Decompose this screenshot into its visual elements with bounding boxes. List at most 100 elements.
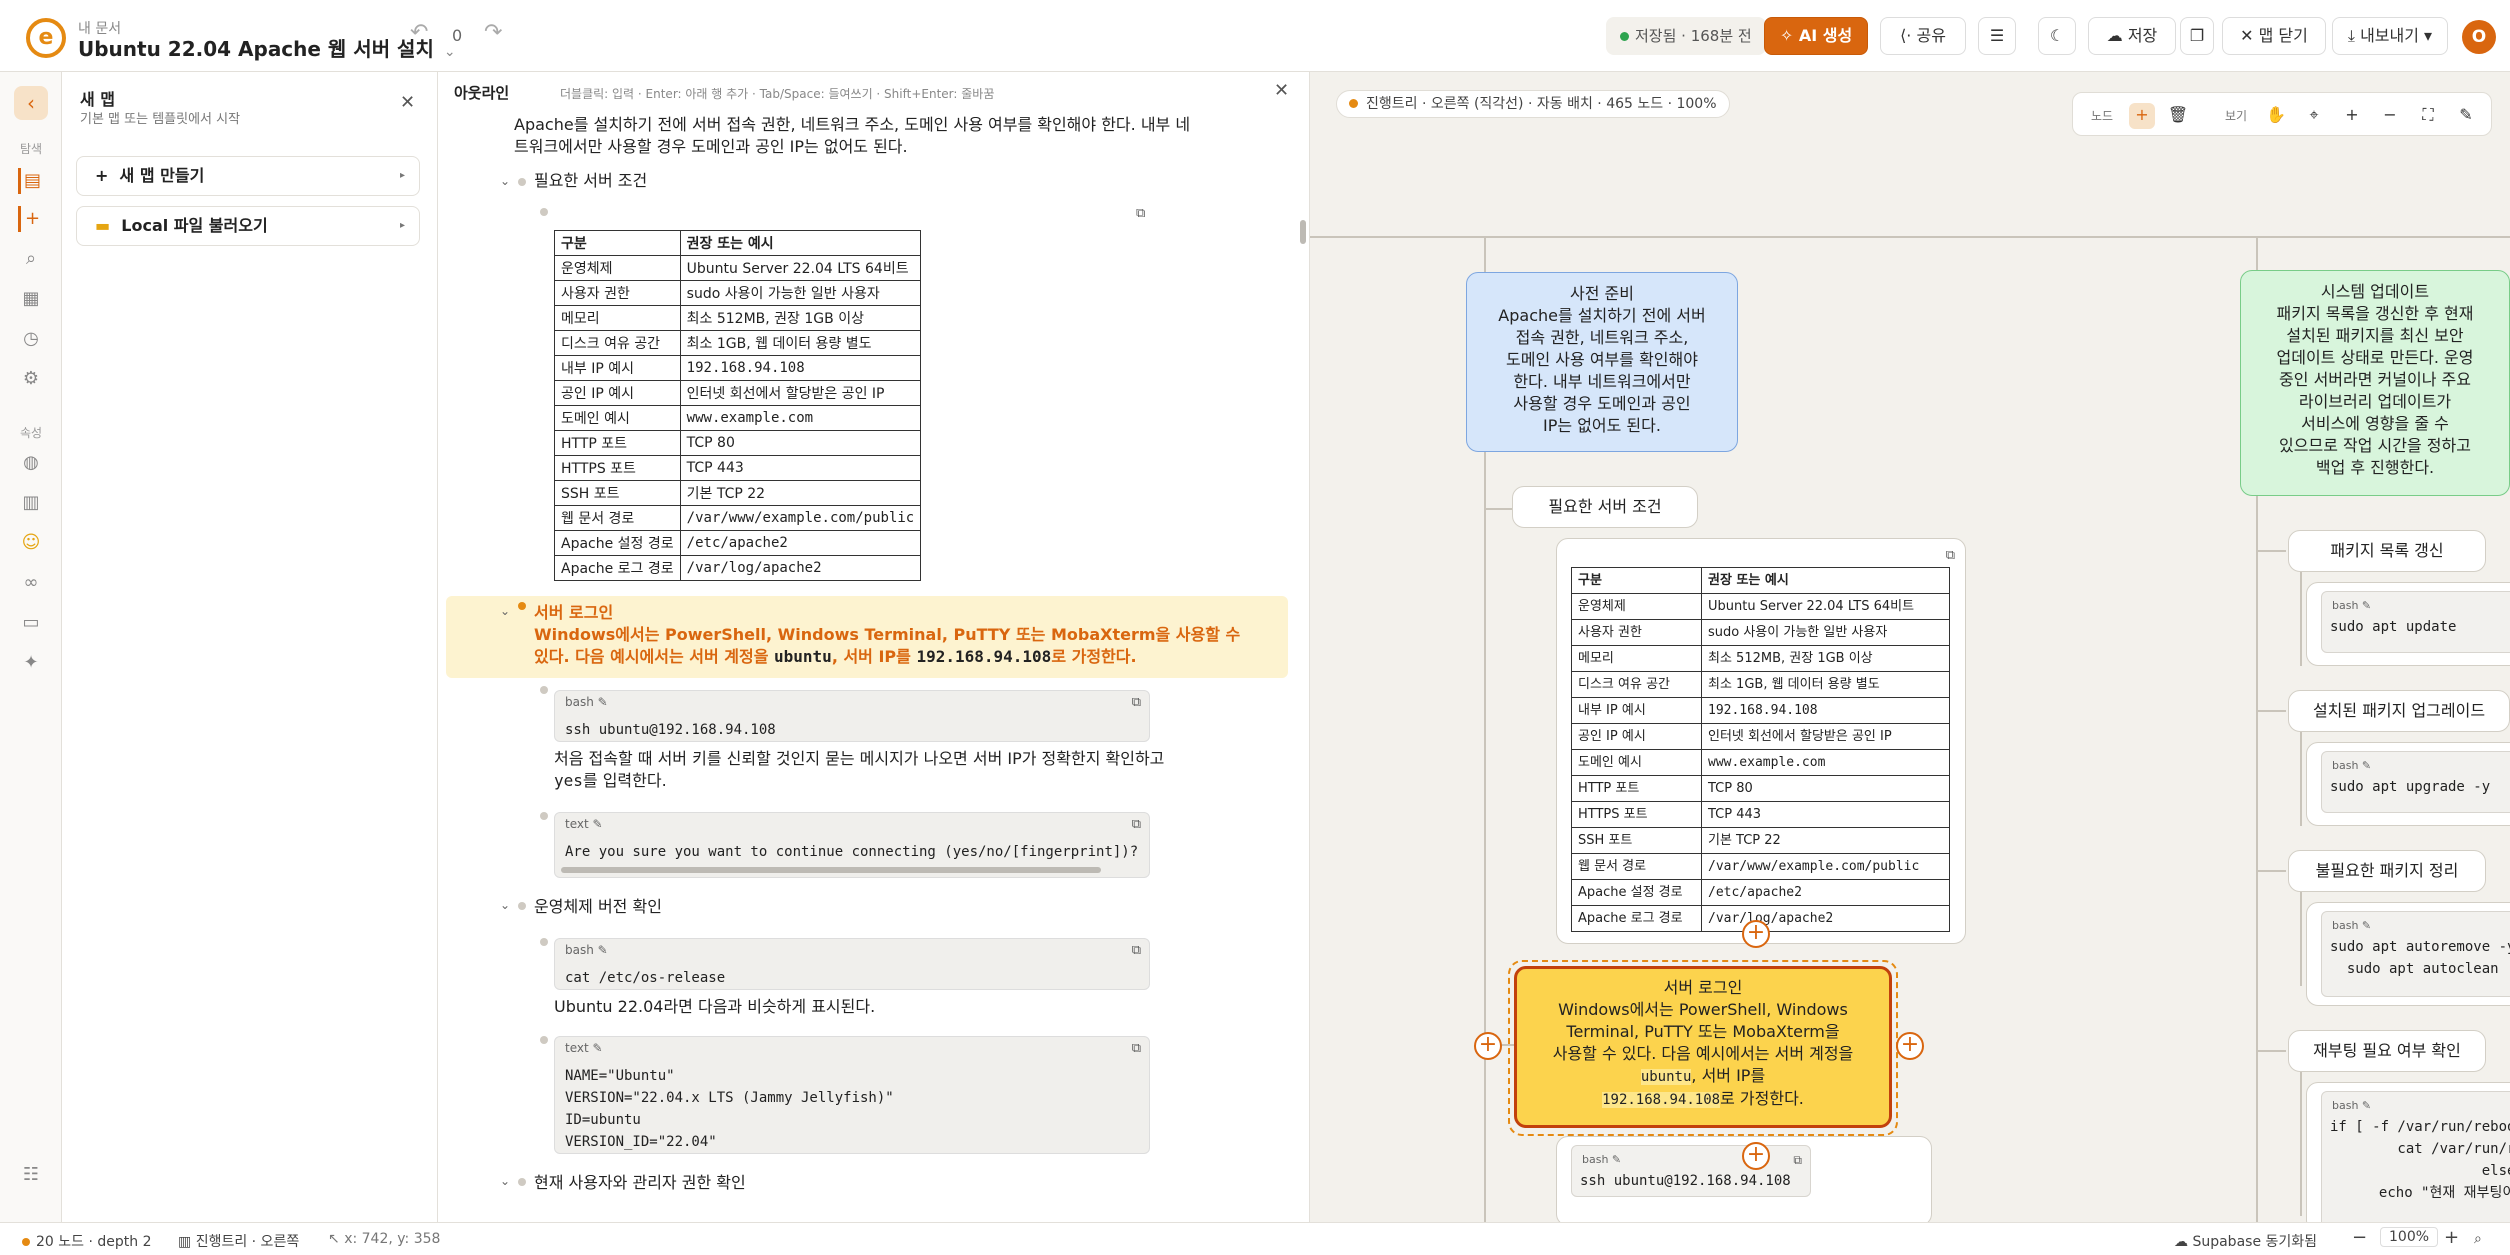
node-prep[interactable]: 사전 준비 Apache를 설치하기 전에 서버 접속 권한, 네트워크 주소,… (1466, 272, 1738, 452)
zoom-search-icon[interactable]: ⌕ (2474, 1231, 2482, 1247)
document-title[interactable]: Ubuntu 22.04 Apache 웹 서버 설치 ⌄ (78, 33, 456, 62)
chevron-down-icon[interactable]: ⌄ (500, 898, 510, 912)
node-server-login[interactable]: 서버 로그인 Windows에서는 PowerShell, Windows Te… (1514, 966, 1892, 1128)
outline-bullet[interactable] (540, 1036, 548, 1044)
load-local-file-button[interactable]: ▬ Local 파일 불러오기 ▸ (76, 206, 420, 246)
mindmap-canvas[interactable]: 진행트리 · 오른쪽 (직각선) · 자동 배치 · 465 노드 · 100%… (1310, 72, 2510, 1222)
outline-note[interactable]: Ubuntu 22.04라면 다음과 비슷하게 표시된다. (554, 996, 875, 1018)
node-reboot-check[interactable]: 재부팅 필요 여부 확인 (2288, 1030, 2486, 1072)
outline-bullet[interactable] (540, 812, 548, 820)
avatar[interactable]: O (2462, 20, 2496, 54)
apt-clean-code-block[interactable]: bash ✎ sudo apt autoremove -y sudo apt a… (2321, 911, 2510, 997)
share-button[interactable]: ⟨· 공유 (1880, 17, 1966, 55)
outline-bullet[interactable] (540, 208, 548, 216)
theme-toggle-button[interactable]: ☾ (2038, 17, 2076, 55)
outline-item-server-login[interactable]: 서버 로그인 (534, 602, 613, 624)
node-requirements-table[interactable]: ⧉ 구분 권장 또는 예시 운영체제 Ubuntu Server 22.04 LT… (1556, 538, 1966, 944)
os-output-code-block[interactable]: text ✎ ⧉ NAME="Ubuntu" VERSION="22.04.x … (554, 1036, 1150, 1154)
add-sibling-icon[interactable]: + (1474, 1032, 1502, 1060)
outline-bullet[interactable] (540, 938, 548, 946)
outline-item-user-check[interactable]: 현재 사용자와 관리자 권한 확인 (534, 1172, 746, 1194)
outline-intro-line[interactable]: Apache를 설치하기 전에 서버 접속 권한, 네트워크 주소, 도메인 사… (514, 114, 1190, 136)
node-pkg-refresh[interactable]: 패키지 목록 갱신 (2288, 530, 2486, 572)
os-release-code-block[interactable]: bash ✎ ⧉ cat /etc/os-release (554, 938, 1150, 990)
app-logo[interactable]: e (26, 18, 66, 58)
chevron-down-icon[interactable]: ⌄ (500, 1174, 510, 1188)
chevron-down-icon[interactable]: ⌄ (500, 174, 510, 188)
outline-bullet[interactable] (540, 686, 548, 694)
gear-icon[interactable]: ⚙ (18, 366, 44, 392)
fit-screen-icon[interactable]: ⛶ (2415, 103, 2441, 129)
node-reboot-code[interactable]: bash ✎ if [ -f /var/run/reboot-required … (2306, 1082, 2510, 1222)
add-child-icon[interactable]: + (1742, 1142, 1770, 1170)
export-button[interactable]: ⤓ 내보내기 ▾ (2332, 17, 2448, 55)
grid-icon[interactable]: ▦ (18, 286, 44, 312)
copy-icon[interactable]: ⧉ (1132, 695, 1141, 710)
focus-icon[interactable]: ⌖ (2301, 103, 2327, 129)
redo-icon[interactable]: ↷ (484, 20, 502, 45)
zoom-level[interactable]: 100% (2380, 1227, 2439, 1247)
node-pkg-upgrade[interactable]: 설치된 패키지 업그레이드 (2288, 690, 2510, 732)
zoom-out-icon[interactable]: − (2352, 1227, 2367, 1248)
add-child-icon[interactable]: + (1742, 920, 1770, 948)
trash-icon[interactable]: 🗑 (2165, 103, 2191, 129)
outline-intro-line[interactable]: 트워크에서만 사용할 경우 도메인과 공인 IP는 없어도 된다. (514, 136, 908, 158)
vertical-scrollbar[interactable] (1300, 220, 1306, 244)
save-button[interactable]: ☁ 저장 (2088, 17, 2176, 55)
search-icon[interactable]: ⌕ (18, 246, 44, 272)
close-icon[interactable]: ✕ (400, 92, 415, 113)
outline-bullet[interactable] (518, 178, 526, 186)
sparkle-icon[interactable]: ✦ (18, 650, 44, 676)
outline-item-os-version[interactable]: 운영체제 버전 확인 (534, 896, 662, 918)
layout-icon[interactable]: ▥ (18, 490, 44, 516)
reboot-code-block[interactable]: bash ✎ if [ -f /var/run/reboot-required … (2321, 1091, 2510, 1222)
ssh-code-block[interactable]: bash ✎ ⧉ ssh ubuntu@192.168.94.108 (1571, 1145, 1811, 1197)
copy-icon[interactable]: ⧉ (1132, 817, 1141, 832)
link-icon[interactable]: ∞ (18, 570, 44, 596)
ssh-code-block[interactable]: bash ✎ ⧉ ssh ubuntu@192.168.94.108 (554, 690, 1150, 742)
outline-note[interactable]: 처음 접속할 때 서버 키를 신뢰할 것인지 묻는 메시지가 나오면 서버 IP… (554, 748, 1164, 770)
add-icon[interactable]: + (18, 206, 44, 232)
copy-icon[interactable]: ⧉ (1132, 943, 1141, 958)
hand-icon[interactable]: ✋ (2263, 103, 2289, 129)
node-pkg-clean-code[interactable]: bash ✎ sudo apt autoremove -y sudo apt a… (2306, 902, 2510, 1006)
zoom-out-icon[interactable]: − (2377, 103, 2403, 129)
duplicate-button[interactable]: ❐ (2180, 17, 2214, 55)
copy-icon[interactable]: ⧉ (1132, 1041, 1141, 1056)
apt-update-code-block[interactable]: bash ✎ ⧉ sudo apt update (2321, 591, 2510, 653)
new-map-button[interactable]: + 새 맵 만들기 ▸ (76, 156, 420, 196)
history-icon[interactable]: ◷ (18, 326, 44, 352)
fingerprint-code-block[interactable]: text ✎ ⧉ Are you sure you want to contin… (554, 812, 1150, 878)
note-icon[interactable]: ▭ (18, 610, 44, 636)
edit-icon[interactable]: ✎ (2453, 103, 2479, 129)
zoom-in-icon[interactable]: + (2444, 1227, 2459, 1248)
close-icon[interactable]: ✕ (1274, 80, 1289, 101)
outline-bullet-active[interactable] (518, 602, 526, 610)
copy-icon[interactable]: ⧉ (1136, 206, 1145, 221)
emoji-icon[interactable]: ☺ (18, 530, 44, 556)
layout-mode[interactable]: ▥ 진행트리 · 오른쪽 (178, 1231, 299, 1251)
apt-upgrade-code-block[interactable]: bash ✎ sudo apt upgrade -y (2321, 751, 2510, 813)
ai-generate-button[interactable]: ✧ AI 생성 (1764, 17, 1868, 55)
copy-icon[interactable]: ⧉ (1793, 1149, 1802, 1171)
chevron-down-icon[interactable]: ⌄ (500, 604, 510, 618)
node-pkg-refresh-code[interactable]: bash ✎ ⧉ sudo apt update (2306, 582, 2510, 666)
outline-login-text[interactable]: 있다. 다음 예시에서는 서버 계정을 ubuntu, 서버 IP를 192.1… (534, 646, 1137, 668)
horizontal-scrollbar[interactable] (561, 867, 1101, 873)
node-pkg-upgrade-code[interactable]: bash ✎ sudo apt upgrade -y (2306, 742, 2510, 826)
outline-note[interactable]: yes를 입력한다. (554, 770, 667, 792)
list-view-button[interactable]: ☰ (1978, 17, 2016, 55)
add-child-icon[interactable]: + (1896, 1032, 1924, 1060)
chevron-down-icon[interactable]: ⌄ (444, 44, 456, 60)
map-list-icon[interactable]: ▤ (18, 168, 44, 194)
copy-icon[interactable]: ⧉ (1946, 545, 1955, 567)
outline-item-requirements[interactable]: 필요한 서버 조건 (534, 170, 647, 192)
outline-bullet[interactable] (518, 902, 526, 910)
node-requirements[interactable]: 필요한 서버 조건 (1512, 486, 1698, 528)
node-pkg-clean[interactable]: 불필요한 패키지 정리 (2288, 850, 2486, 892)
collapse-arrow-icon[interactable]: ‹ (14, 86, 48, 120)
close-map-button[interactable]: ✕ 맵 닫기 (2222, 17, 2326, 55)
outline-bullet[interactable] (518, 1178, 526, 1186)
node-system-update[interactable]: 시스템 업데이트 패키지 목록을 갱신한 후 현재 설치된 패키지를 최신 보안… (2240, 270, 2510, 496)
add-node-icon[interactable]: + (2129, 103, 2155, 129)
